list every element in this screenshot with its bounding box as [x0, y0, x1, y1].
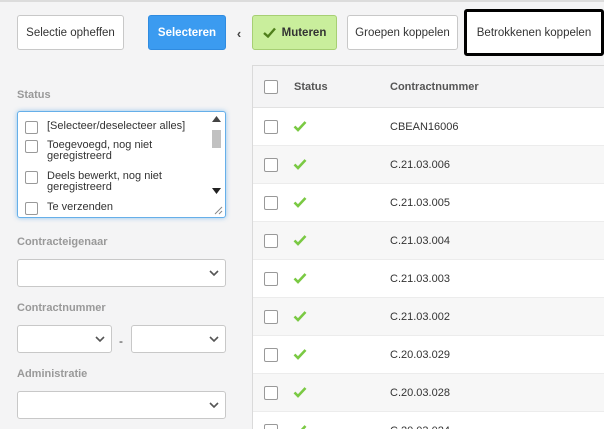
range-separator: - [119, 334, 123, 348]
row-checkbox[interactable] [264, 348, 278, 362]
table-row[interactable]: C.20.03.024 [253, 412, 604, 429]
administration-select[interactable] [17, 391, 226, 419]
status-check-icon [293, 349, 307, 360]
status-filter-label: Status [17, 89, 51, 101]
table-row[interactable]: C.20.03.028 [253, 374, 604, 412]
contract-number-cell: C.20.03.029 [390, 349, 450, 361]
scroll-down-icon[interactable] [212, 188, 221, 194]
contract-owner-select[interactable] [17, 259, 226, 287]
select-button[interactable]: Selecteren [148, 15, 226, 50]
row-checkbox[interactable] [264, 196, 278, 210]
status-check-icon [293, 159, 307, 170]
contracts-table: Status Contractnummer CBEAN16006 C.21.03.… [252, 65, 604, 429]
table-row[interactable]: C.21.03.005 [253, 184, 604, 222]
mutate-label: Muteren [281, 26, 327, 39]
deselect-button[interactable]: Selectie opheffen [17, 15, 124, 50]
row-checkbox[interactable] [264, 158, 278, 172]
scroll-up-icon[interactable] [212, 116, 221, 122]
status-option[interactable]: Toegevoegd, nog niet geregistreerd [25, 140, 205, 162]
status-check-icon [293, 273, 307, 284]
contract-number-cell: C.21.03.003 [390, 273, 450, 285]
status-check-icon [293, 311, 307, 322]
row-checkbox[interactable] [264, 272, 278, 286]
mutate-button[interactable]: Muteren [252, 15, 337, 50]
status-check-icon [293, 387, 307, 398]
chevron-down-icon [95, 336, 105, 343]
checkbox[interactable] [25, 121, 38, 134]
status-check-icon [300, 425, 307, 429]
row-checkbox[interactable] [264, 424, 278, 429]
status-option[interactable]: [Selecteer/deselecteer alles] [25, 121, 205, 134]
chevron-down-icon [209, 336, 219, 343]
checkbox[interactable] [25, 140, 38, 153]
status-check-icon [293, 235, 307, 246]
resize-handle-icon[interactable] [213, 205, 223, 215]
link-groups-button[interactable]: Groepen koppelen [347, 15, 458, 50]
status-check-icon [293, 121, 307, 132]
select-all-checkbox[interactable] [264, 80, 278, 94]
contract-number-cell: C.21.03.002 [390, 311, 450, 323]
contract-number-to-select[interactable] [131, 325, 226, 353]
administration-label: Administratie [17, 368, 88, 380]
chevron-down-icon [209, 402, 219, 409]
table-row[interactable]: C.21.03.004 [253, 222, 604, 260]
chevron-left-icon[interactable]: ‹ [232, 26, 246, 41]
checkbox[interactable] [25, 202, 38, 215]
row-checkbox[interactable] [264, 234, 278, 248]
contract-number-cell: C.21.03.005 [390, 197, 450, 209]
top-border [0, 0, 604, 2]
table-row[interactable]: CBEAN16006 [253, 108, 604, 146]
status-option[interactable]: Te verzenden [25, 202, 205, 215]
contract-number-cell: C.21.03.006 [390, 159, 450, 171]
contract-number-from-select[interactable] [17, 325, 112, 353]
table-row[interactable]: C.21.03.003 [253, 260, 604, 298]
listbox-scrollbar[interactable] [211, 116, 222, 196]
table-header: Status Contractnummer [253, 66, 604, 108]
contract-number-label: Contractnummer [17, 302, 106, 314]
table-row[interactable]: C.21.03.006 [253, 146, 604, 184]
status-option-label: Toegevoegd, nog niet geregistreerd [47, 139, 153, 162]
status-option-label: [Selecteer/deselecteer alles] [47, 120, 186, 132]
column-header-status[interactable]: Status [294, 81, 328, 93]
status-option-label: Te verzenden [47, 201, 114, 213]
table-row[interactable]: C.21.03.002 [253, 298, 604, 336]
status-option[interactable]: Deels bewerkt, nog niet geregistreerd [25, 171, 205, 193]
contract-number-cell: C.20.03.024 [390, 425, 450, 429]
status-listbox[interactable]: [Selecteer/deselecteer alles] Toegevoegd… [17, 111, 226, 218]
status-check-icon [293, 197, 307, 208]
contract-owner-label: Contracteigenaar [17, 236, 108, 248]
contract-number-cell: CBEAN16006 [390, 121, 459, 133]
scrollbar-thumb[interactable] [212, 130, 221, 148]
row-checkbox[interactable] [264, 310, 278, 324]
check-icon [262, 27, 276, 38]
table-row[interactable]: C.20.03.029 [253, 336, 604, 374]
status-option-label: Deels bewerkt, nog niet geregistreerd [47, 170, 162, 193]
checkbox[interactable] [25, 171, 38, 184]
chevron-down-icon [209, 270, 219, 277]
row-checkbox[interactable] [264, 120, 278, 134]
link-parties-button[interactable]: Betrokkenen koppelen [464, 9, 604, 56]
contract-number-cell: C.21.03.004 [390, 235, 450, 247]
column-header-contract-number[interactable]: Contractnummer [390, 81, 479, 93]
contract-number-cell: C.20.03.028 [390, 387, 450, 399]
row-checkbox[interactable] [264, 386, 278, 400]
